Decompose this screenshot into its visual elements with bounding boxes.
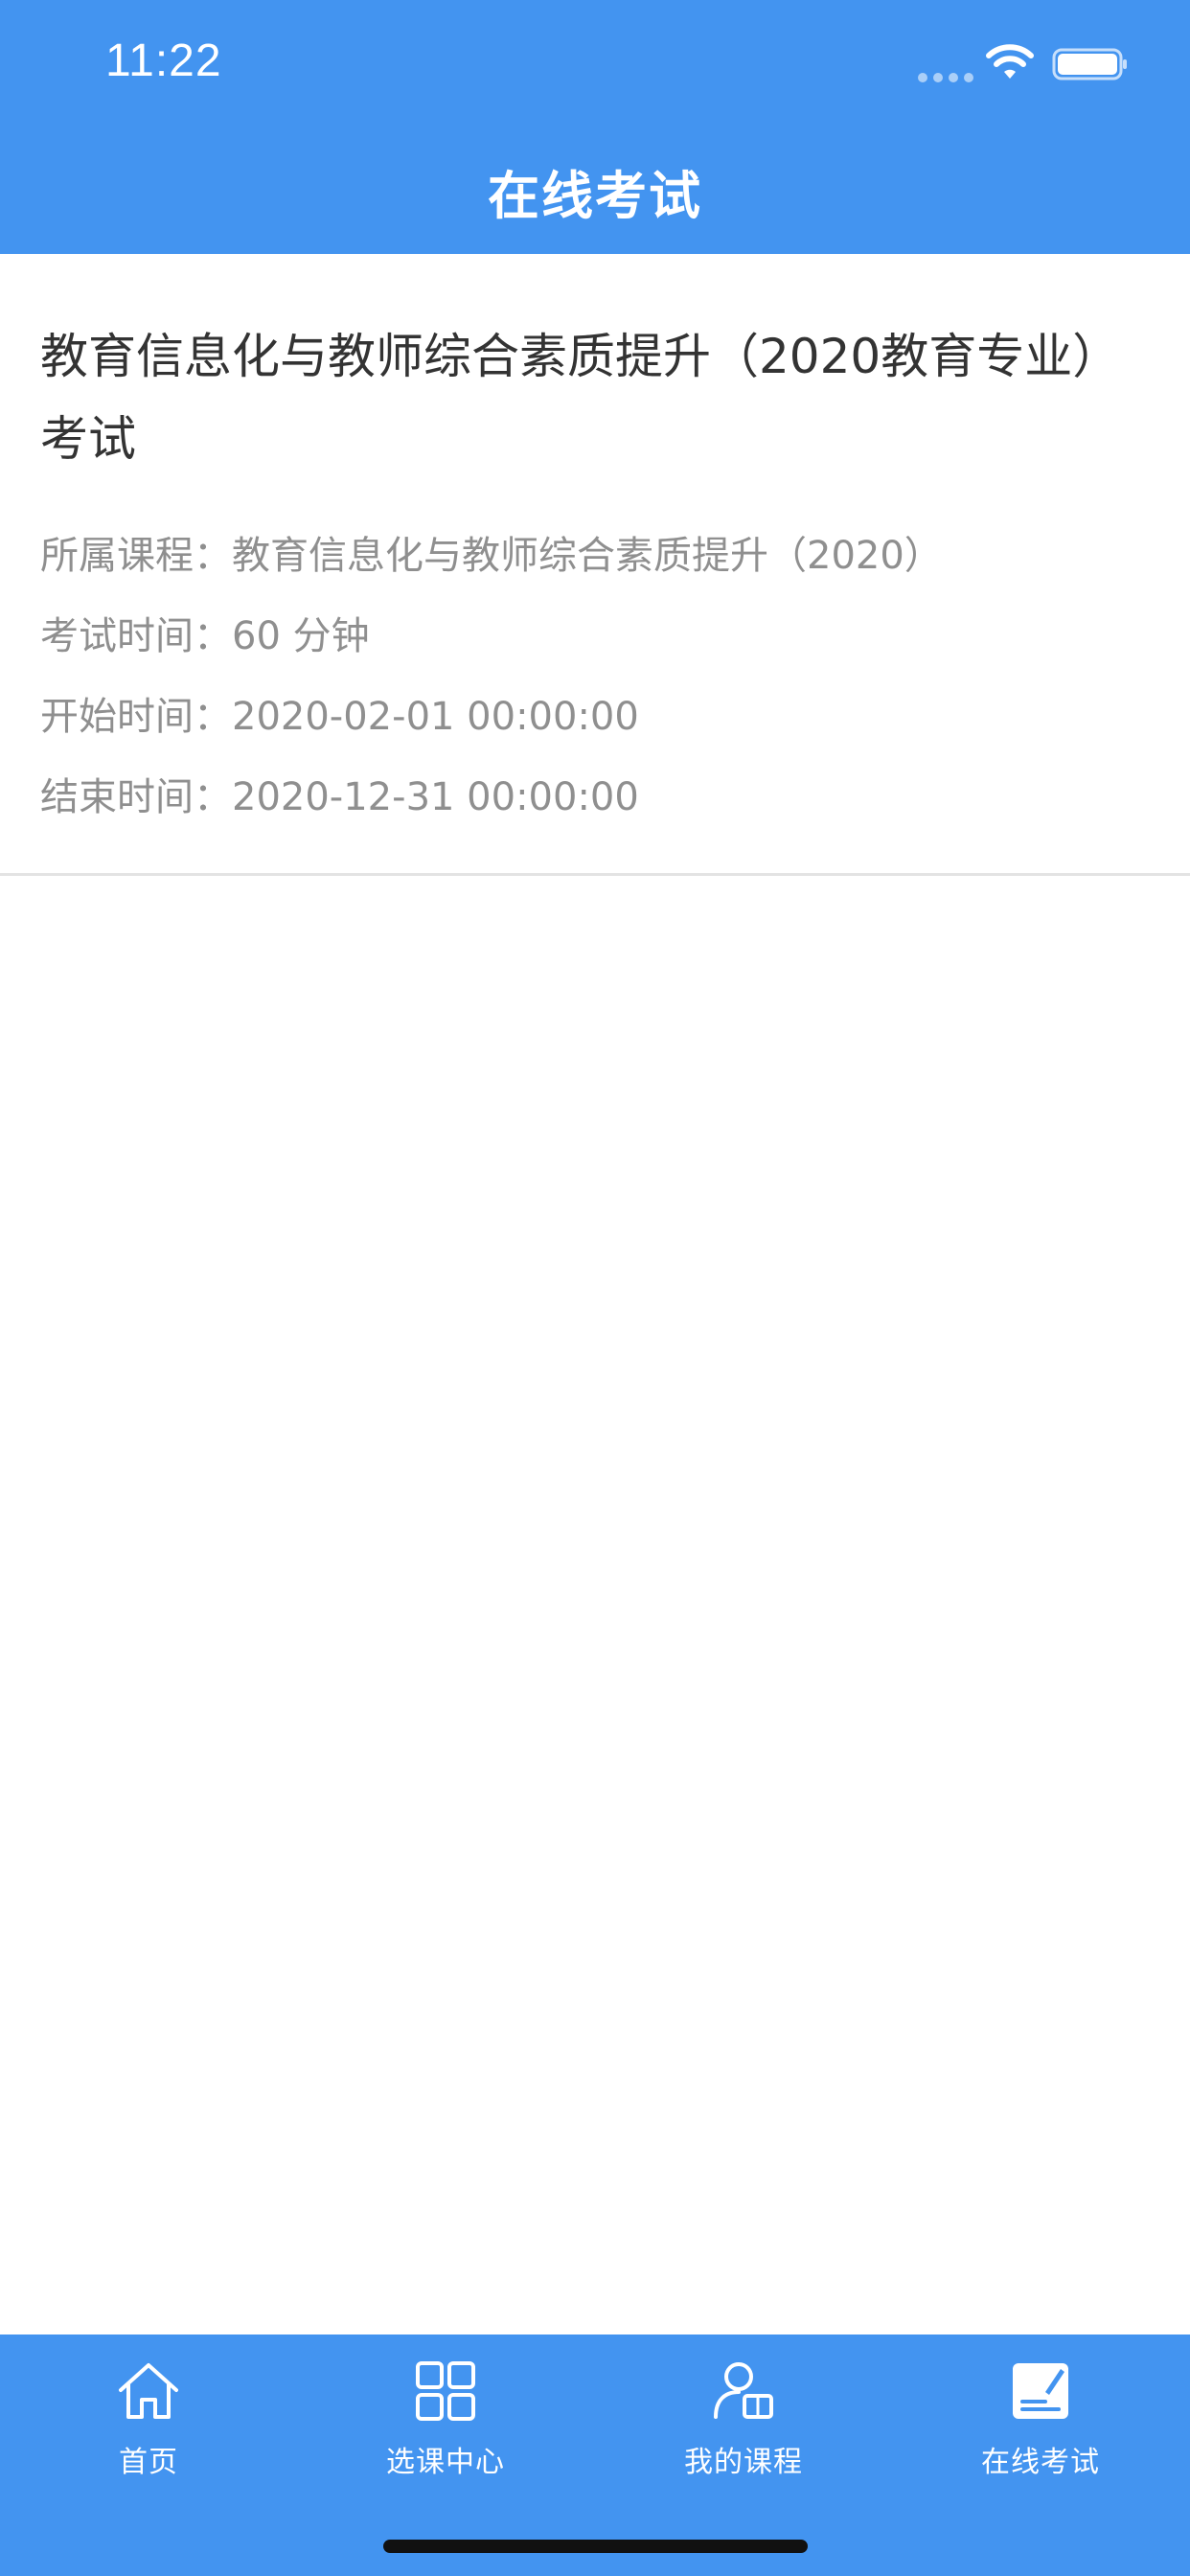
course-label: 所属课程： [40, 534, 232, 578]
wifi-icon [986, 44, 1034, 79]
tab-home-label: 首页 [119, 2446, 178, 2479]
exam-title: 教育信息化与教师综合素质提升（2020教育专业）考试 [40, 329, 1121, 467]
status-time: 11:22 [105, 35, 222, 86]
end-time-value: 2020-12-31 00:00:00 [232, 775, 639, 819]
start-time-label: 开始时间： [40, 695, 232, 739]
user-book-icon [714, 2362, 773, 2419]
exam-card[interactable]: 教育信息化与教师综合素质提升（2020教育专业）考试 所属课程：教育信息化与教师… [0, 254, 1190, 876]
grid-icon [416, 2361, 475, 2421]
home-icon [119, 2363, 178, 2419]
page-title: 在线考试 [488, 166, 702, 226]
battery-icon [1052, 48, 1127, 80]
tab-home[interactable]: 首页 [0, 2358, 297, 2501]
tab-course-center[interactable]: 选课中心 [297, 2358, 594, 2501]
tab-my-courses-label: 我的课程 [684, 2446, 803, 2479]
cellular-signal-icon [918, 73, 973, 82]
course-row: 所属课程：教育信息化与教师综合素质提升（2020） [40, 524, 943, 580]
exam-note-icon [1013, 2363, 1068, 2419]
duration-row: 考试时间：60 分钟 [40, 605, 370, 660]
end-time-row: 结束时间：2020-12-31 00:00:00 [40, 766, 639, 821]
duration-label: 考试时间： [40, 614, 232, 658]
app-header: 11:22 在线考试 [0, 0, 1190, 254]
tab-online-exam-label: 在线考试 [981, 2446, 1100, 2479]
home-indicator [383, 2540, 808, 2553]
start-time-row: 开始时间：2020-02-01 00:00:00 [40, 685, 639, 741]
course-value: 教育信息化与教师综合素质提升（2020） [232, 534, 943, 578]
end-time-label: 结束时间： [40, 775, 232, 819]
tab-my-courses[interactable]: 我的课程 [595, 2358, 892, 2501]
duration-value: 60 分钟 [232, 614, 370, 658]
screen: 11:22 在线考试 教育信息化与教师综合素质提升（2020教育专业）考试 所属… [0, 0, 1190, 2576]
start-time-value: 2020-02-01 00:00:00 [232, 695, 639, 739]
tab-online-exam[interactable]: 在线考试 [892, 2358, 1189, 2501]
tab-course-center-label: 选课中心 [386, 2446, 505, 2479]
